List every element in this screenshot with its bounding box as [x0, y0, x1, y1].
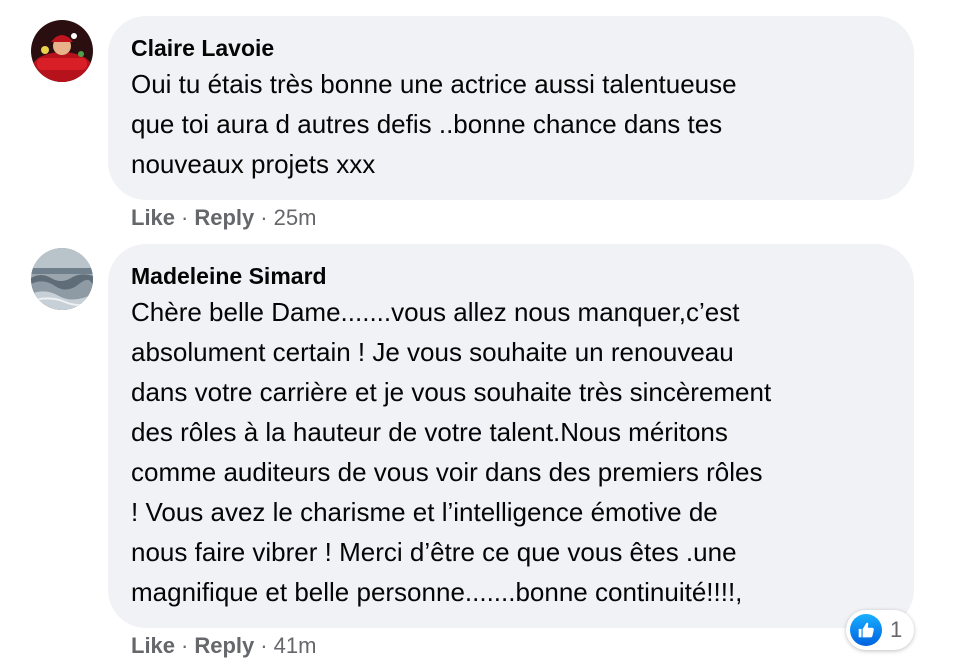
comment-actions: Like · Reply · 41m	[131, 633, 316, 659]
avatar[interactable]	[31, 248, 93, 310]
separator: ·	[181, 205, 189, 230]
avatar-red-photo-icon	[31, 20, 93, 82]
previous-comment-bubble-edge	[108, 0, 912, 2]
comment-bubble: Madeleine Simard Chère belle Dame.......…	[108, 244, 914, 628]
reply-button[interactable]: Reply	[194, 205, 254, 230]
comment-author[interactable]: Claire Lavoie	[131, 34, 890, 62]
separator: ·	[260, 633, 268, 658]
reply-button[interactable]: Reply	[194, 633, 254, 658]
comment-timestamp[interactable]: 41m	[274, 633, 317, 658]
comment-text: Oui tu étais très bonne une actrice auss…	[131, 69, 737, 179]
avatar[interactable]	[31, 20, 93, 82]
reaction-summary[interactable]: 1	[846, 610, 915, 650]
comment-text: Chère belle Dame.......vous allez nous m…	[131, 297, 772, 607]
separator: ·	[260, 205, 268, 230]
comment-actions: Like · Reply · 25m	[131, 205, 316, 231]
thumbs-up-icon	[850, 614, 882, 646]
comment-timestamp[interactable]: 25m	[274, 205, 317, 230]
like-button[interactable]: Like	[131, 633, 175, 658]
comment-bubble: Claire Lavoie Oui tu étais très bonne un…	[108, 16, 914, 200]
like-button[interactable]: Like	[131, 205, 175, 230]
separator: ·	[181, 633, 189, 658]
avatar-ocean-photo-icon	[31, 248, 93, 310]
comment-author[interactable]: Madeleine Simard	[131, 262, 890, 290]
reaction-count: 1	[890, 617, 903, 642]
